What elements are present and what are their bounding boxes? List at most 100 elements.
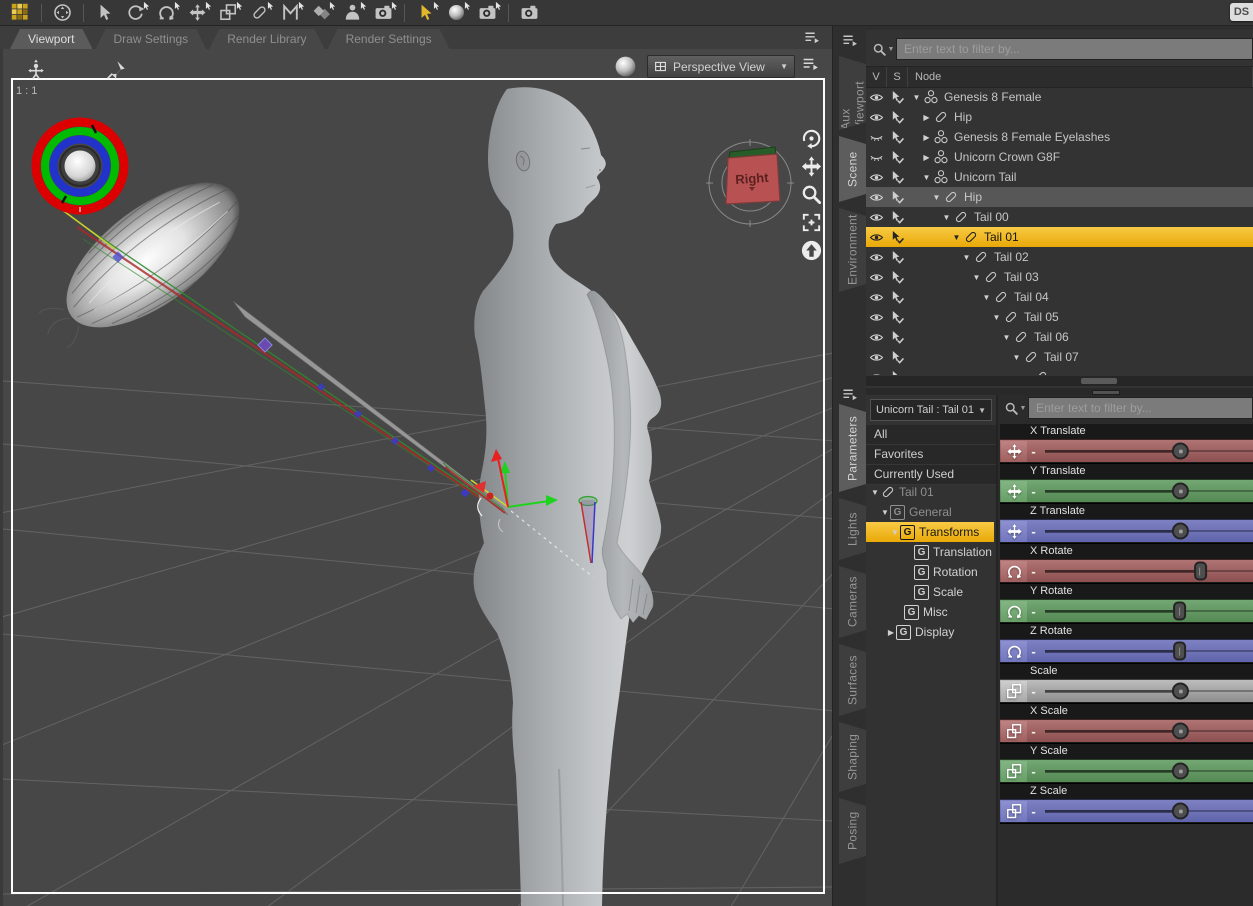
scene-node-row[interactable]: ▶ Genesis 8 Female Eyelashes [866, 127, 1253, 147]
pane-splitter[interactable] [866, 388, 1253, 395]
visibility-toggle[interactable] [866, 90, 887, 105]
surface-selection-tool[interactable] [308, 2, 335, 24]
visibility-toggle[interactable] [866, 170, 887, 185]
slider-track[interactable] [1040, 440, 1253, 462]
joint-editor-tool[interactable] [246, 2, 273, 24]
slider-knob[interactable] [1172, 522, 1190, 540]
node-selection-tool[interactable] [91, 2, 118, 24]
visibility-toggle[interactable] [866, 330, 887, 345]
slider-body[interactable]: - [1000, 679, 1253, 702]
selectability-toggle[interactable] [887, 230, 908, 245]
slider-track[interactable] [1040, 520, 1253, 542]
slider-body[interactable]: - [1000, 599, 1253, 622]
expander-down[interactable]: ▼ [941, 213, 952, 222]
slider-track[interactable] [1040, 640, 1253, 662]
visibility-toggle[interactable] [866, 230, 887, 245]
param-group-row[interactable]: G Rotation [866, 562, 996, 582]
side-tab-shaping[interactable]: Shaping [839, 722, 866, 792]
selectability-toggle[interactable] [887, 310, 908, 325]
scale-tool[interactable] [215, 2, 242, 24]
side-tab-cameras[interactable]: Cameras [839, 566, 866, 638]
zoom-camera-icon[interactable] [800, 183, 823, 206]
viewport[interactable]: 1 : 1 Right Perspective View ▼ [0, 49, 832, 906]
expander-right[interactable]: ▶ [886, 628, 896, 637]
visibility-toggle[interactable] [866, 310, 887, 325]
selectability-toggle[interactable] [887, 190, 908, 205]
scrollbar-handle[interactable] [1081, 378, 1117, 384]
expander-down[interactable]: ▼ [961, 253, 972, 262]
scene-node-row[interactable]: ▼ Tail 04 [866, 287, 1253, 307]
spot-render-tool[interactable] [370, 2, 397, 24]
visibility-toggle[interactable] [866, 250, 887, 265]
side-tab-parameters[interactable]: Parameters [839, 404, 866, 492]
scene-node-row[interactable]: ▼ Tail 01 [866, 227, 1253, 247]
param-filter-favorites[interactable]: Favorites [866, 445, 996, 465]
expander-down[interactable]: ▼ [981, 293, 992, 302]
visibility-toggle[interactable] [866, 350, 887, 365]
scene-node-row[interactable]: ▼ Tail 07 [866, 347, 1253, 367]
visibility-toggle[interactable] [866, 290, 887, 305]
active-pose-tool[interactable] [153, 2, 180, 24]
slider-knob[interactable] [1173, 601, 1187, 621]
selectability-toggle[interactable] [887, 130, 908, 145]
slider-track[interactable] [1040, 800, 1253, 822]
scene-node-row[interactable]: ▼ Genesis 8 Female [866, 87, 1253, 107]
parameters-filter-input[interactable] [1028, 397, 1253, 419]
expander-down[interactable]: ▼ [991, 313, 1002, 322]
expander-down[interactable]: ▼ [911, 93, 922, 102]
draw-style-sphere-icon[interactable] [613, 54, 638, 79]
slider-body[interactable]: - [1000, 439, 1253, 462]
slider-track[interactable] [1040, 600, 1253, 622]
slider-knob[interactable] [1172, 802, 1190, 820]
viewport-options-icon[interactable] [801, 55, 819, 73]
scene-node-row[interactable]: ▼ Unicorn Tail [866, 167, 1253, 187]
daz-studio-logo[interactable] [7, 2, 34, 24]
scene-pane-options-icon[interactable] [841, 32, 858, 49]
selectability-toggle[interactable] [887, 250, 908, 265]
selectability-toggle[interactable] [887, 210, 908, 225]
param-group-row[interactable]: ▶ G Display [866, 622, 996, 642]
slider-knob[interactable] [1193, 561, 1207, 581]
visibility-column-header[interactable]: V [866, 67, 887, 87]
slider-knob[interactable] [1172, 482, 1190, 500]
scene-filter-input[interactable] [896, 38, 1253, 60]
expander-down[interactable]: ▼ [890, 528, 900, 537]
slider-body[interactable]: - [1000, 519, 1253, 542]
pin-icon[interactable] [105, 59, 127, 81]
expander-down[interactable]: ▼ [951, 233, 962, 242]
slider-body[interactable]: - [1000, 639, 1253, 662]
expander-down[interactable]: ▼ [931, 193, 942, 202]
node-selector-dropdown[interactable]: Unicorn Tail : Tail 01 ▼ [870, 399, 992, 421]
visibility-toggle[interactable] [866, 370, 887, 376]
slider-knob[interactable] [1172, 442, 1190, 460]
tab-render-settings[interactable]: Render Settings [328, 29, 450, 49]
param-group-row[interactable]: G Translation [866, 542, 996, 562]
expander-right[interactable]: ▶ [921, 133, 932, 142]
selectability-toggle[interactable] [887, 290, 908, 305]
visibility-toggle[interactable] [866, 130, 887, 145]
param-group-row[interactable]: G Misc [866, 602, 996, 622]
expander-down[interactable]: ▼ [921, 173, 932, 182]
param-group-row[interactable]: ▼ G General [866, 502, 996, 522]
expander-right[interactable]: ▶ [921, 113, 932, 122]
new-render-button[interactable] [516, 2, 543, 24]
frame-camera-icon[interactable] [800, 211, 823, 234]
slider-body[interactable]: - [1000, 759, 1253, 782]
scene-filter-search-icon[interactable]: ▼ [870, 38, 896, 60]
scene-node-row[interactable]: ▼ Tail 02 [866, 247, 1253, 267]
selectability-toggle[interactable] [887, 330, 908, 345]
expander-down[interactable]: ▼ [880, 508, 890, 517]
parameters-filter-search-icon[interactable]: ▼ [1002, 397, 1028, 419]
slider-knob[interactable] [1172, 762, 1190, 780]
pointer-tool-active[interactable] [412, 2, 439, 24]
visibility-toggle[interactable] [866, 270, 887, 285]
expander-down[interactable]: ▼ [971, 273, 982, 282]
side-tab-posing[interactable]: Posing [839, 798, 866, 864]
slider-body[interactable]: - [1000, 719, 1253, 742]
reset-camera-icon[interactable] [800, 239, 823, 262]
geometry-editor-tool[interactable] [443, 2, 470, 24]
scene-node-row[interactable]: ▼ Tail 06 [866, 327, 1253, 347]
param-group-row[interactable]: G Scale [866, 582, 996, 602]
trackball-rotation-widget[interactable] [31, 117, 129, 215]
orbit-camera-icon[interactable] [800, 127, 823, 150]
